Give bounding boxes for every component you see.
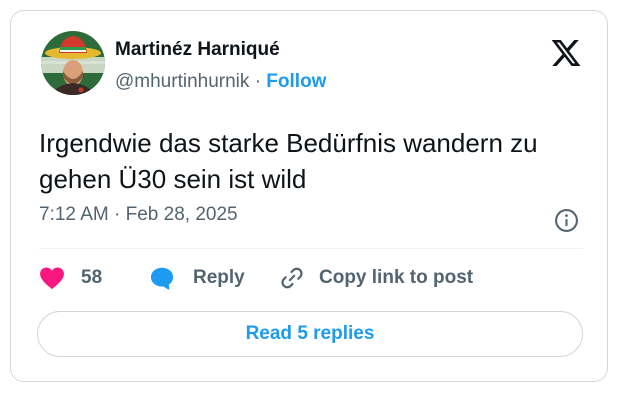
divider (39, 248, 583, 249)
heart-icon (39, 266, 65, 290)
handle-separator: · (254, 71, 262, 92)
like-count: 58 (81, 267, 103, 288)
read-replies-button[interactable]: Read 5 replies (37, 311, 583, 357)
speech-bubble-icon (149, 265, 175, 291)
tweet-card: Martinéz Harniqué @mhurtinhurnik · Follo… (10, 10, 608, 382)
date-separator: · (114, 204, 121, 225)
x-logo-icon[interactable] (549, 37, 583, 69)
handle-row: @mhurtinhurnik · Follow (115, 71, 326, 93)
author-name[interactable]: Martinéz Harniqué (115, 39, 280, 61)
info-icon[interactable] (554, 208, 579, 233)
avatar[interactable] (41, 31, 105, 95)
author-handle[interactable]: @mhurtinhurnik (115, 71, 249, 92)
reply-label: Reply (193, 267, 245, 288)
copy-link-label: Copy link to post (319, 267, 474, 288)
tweet-date: Feb 28, 2025 (125, 204, 238, 225)
tweet-timestamp[interactable]: 7:12 AM · Feb 28, 2025 (39, 204, 238, 226)
link-icon (279, 265, 305, 291)
tweet-time: 7:12 AM (39, 204, 109, 225)
like-button[interactable]: 58 (39, 263, 102, 293)
avatar-image (41, 31, 105, 95)
tweet-text: Irgendwie das starke Bedürfnis wandern z… (39, 128, 538, 194)
reply-button[interactable]: Reply (149, 263, 245, 293)
copy-link-button[interactable]: Copy link to post (279, 263, 473, 293)
read-replies-label: Read 5 replies (245, 323, 375, 344)
follow-button[interactable]: Follow (266, 71, 326, 92)
